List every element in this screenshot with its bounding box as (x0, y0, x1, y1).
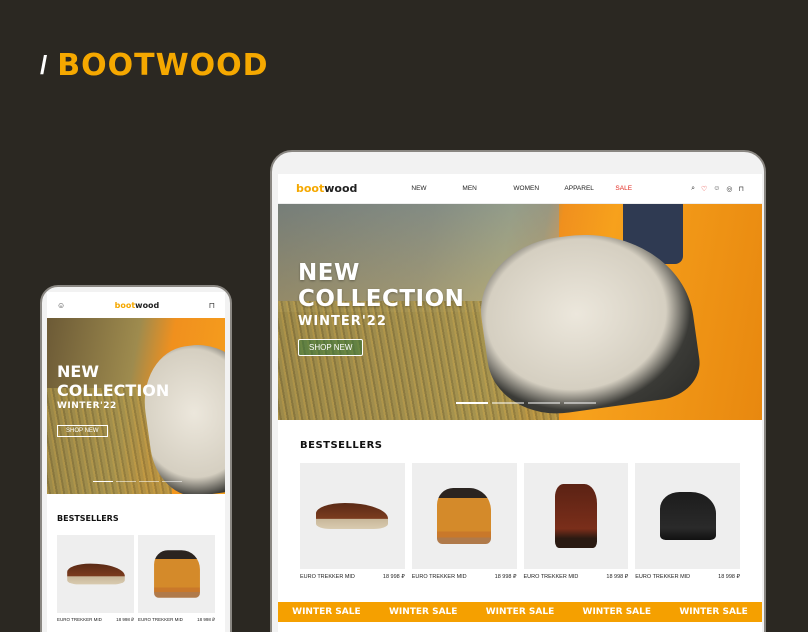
product-image[interactable] (57, 535, 134, 613)
carousel-dot[interactable] (564, 402, 596, 404)
phone-navbar: ☺ bootwood ⊓ (47, 292, 225, 318)
nav-women[interactable]: WOMEN (513, 185, 564, 192)
brand-name: BOOTWOOD (57, 48, 269, 83)
hero-title-line2: COLLECTION (57, 381, 170, 400)
header-icons: ⌕ ♡ ☺ ◎ ⊓ (691, 185, 744, 193)
product-card[interactable]: EURO TREKKER MID 18 998 ₽ (300, 463, 405, 580)
product-price: 18 998 ₽ (718, 574, 740, 580)
product-name: EURO TREKKER MID (411, 574, 467, 580)
ticker-item: WINTER SALE (388, 607, 458, 617)
phone-hero-banner: NEW COLLECTION WINTER'22 SHOP NEW (47, 318, 225, 494)
carousel-dots (456, 402, 596, 404)
black-boot-image (659, 492, 716, 540)
wheat-boot-image (437, 488, 492, 544)
logo-accent: wood (324, 182, 358, 195)
product-name: EURO TREKKER MID (523, 574, 579, 580)
hero-banner: NEW COLLECTION WINTER'22 SHOP NEW (278, 204, 762, 420)
location-icon[interactable]: ◎ (726, 185, 732, 193)
cart-icon[interactable]: ⊓ (739, 185, 744, 193)
wheat-boot-image (153, 550, 200, 598)
product-image[interactable] (411, 463, 517, 569)
logo-main: boot (114, 300, 136, 310)
product-image[interactable] (635, 463, 740, 569)
carousel-dot[interactable] (456, 402, 488, 404)
carousel-dot[interactable] (492, 402, 524, 404)
logo-main: boot (296, 182, 325, 195)
product-price: 18 998 ₽ (382, 574, 405, 580)
carousel-dot[interactable] (93, 480, 113, 482)
shop-new-button[interactable]: SHOP NEW (298, 339, 364, 356)
tablet-navbar: bootwood NEW MEN WOMEN APPAREL SALE ⌕ ♡ … (278, 174, 762, 204)
product-image[interactable] (523, 463, 629, 569)
nav-sale[interactable]: SALE (615, 185, 666, 192)
ticker-item: WINTER SALE (292, 607, 361, 617)
product-name: EURO TREKKER MID (138, 617, 183, 622)
carousel-dot[interactable] (528, 402, 560, 404)
phone-mockup: ☺ bootwood ⊓ NEW COLLECTION WINTER'22 SH… (40, 285, 232, 632)
hero-text: NEW COLLECTION WINTER'22 SHOP NEW (298, 260, 464, 356)
product-price: 18 998 ₽ (494, 574, 517, 580)
cart-icon[interactable]: ⊓ (209, 301, 215, 310)
nav-new[interactable]: NEW (411, 185, 462, 192)
ticker-item: WINTER SALE (679, 607, 748, 617)
site-logo[interactable]: bootwood (115, 301, 160, 310)
product-image[interactable] (300, 463, 405, 569)
carousel-dot[interactable] (116, 480, 136, 482)
product-image[interactable] (138, 535, 215, 613)
tablet-mockup: bootwood NEW MEN WOMEN APPAREL SALE ⌕ ♡ … (270, 150, 766, 632)
product-card[interactable]: EURO TREKKER MID 18 998 ₽ (635, 463, 740, 580)
product-price: 18 998 ₽ (116, 617, 134, 622)
product-price: 18 998 ₽ (606, 574, 629, 580)
phone-screen: ☺ bootwood ⊓ NEW COLLECTION WINTER'22 SH… (47, 292, 225, 632)
bestsellers-title: BESTSELLERS (57, 514, 119, 523)
product-grid: EURO TREKKER MID 18 998 ₽ EURO TREKKER MI… (57, 535, 215, 623)
winter-sale-ticker[interactable]: WINTER SALE WINTER SALE WINTER SALE WINT… (278, 602, 762, 622)
product-card[interactable]: EURO TREKKER MID 18 998 ₽ (411, 463, 517, 580)
hero-subtitle: WINTER'22 (57, 401, 117, 411)
bestsellers-section: BESTSELLERS EURO TREKKER MID 18 998 ₽ EUR… (278, 420, 762, 580)
brand-slash: / (40, 50, 48, 80)
user-icon[interactable]: ☺ (713, 185, 720, 193)
product-grid: EURO TREKKER MID 18 998 ₽ EURO TREKKER MI… (300, 463, 740, 580)
carousel-dots (93, 480, 182, 482)
shop-new-button[interactable]: SHOP NEW (57, 425, 108, 437)
product-name: EURO TREKKER MID (57, 617, 102, 622)
product-name: EURO TREKKER MID (300, 574, 355, 580)
bestsellers-section: BESTSELLERS EURO TREKKER MID 18 998 ₽ EUR… (47, 494, 225, 623)
brown-boot-image (554, 484, 597, 548)
product-card[interactable]: EURO TREKKER MID 18 998 ₽ (523, 463, 629, 580)
hero-title-line1: NEW (57, 362, 99, 381)
hero-subtitle: WINTER'22 (298, 314, 387, 329)
search-icon[interactable]: ⌕ (691, 185, 695, 193)
bestsellers-title: BESTSELLERS (300, 440, 383, 451)
tablet-screen: bootwood NEW MEN WOMEN APPAREL SALE ⌕ ♡ … (278, 174, 762, 632)
product-card[interactable]: EURO TREKKER MID 18 998 ₽ (138, 535, 215, 623)
site-logo[interactable]: bootwood (296, 182, 357, 195)
boat-shoe-image (66, 563, 125, 585)
carousel-dot[interactable] (139, 480, 159, 482)
ticker-item: WINTER SALE (582, 607, 652, 617)
boat-shoe-image (316, 503, 389, 529)
logo-accent: wood (135, 300, 160, 310)
user-icon[interactable]: ☺ (57, 301, 65, 310)
hero-text: NEW COLLECTION WINTER'22 SHOP NEW (57, 362, 169, 437)
product-card[interactable]: EURO TREKKER MID 18 998 ₽ (57, 535, 134, 623)
product-name: EURO TREKKER MID (635, 574, 691, 580)
brand-hero: / BOOTWOOD (40, 48, 269, 83)
hero-title-line2: COLLECTION (298, 286, 465, 312)
main-menu: NEW MEN WOMEN APPAREL SALE (411, 185, 666, 192)
nav-apparel[interactable]: APPAREL (564, 185, 615, 192)
heart-icon[interactable]: ♡ (701, 185, 707, 193)
carousel-dot[interactable] (162, 480, 182, 482)
product-price: 18 998 ₽ (197, 617, 215, 622)
ticker-item: WINTER SALE (485, 607, 555, 617)
hero-title-line1: NEW (298, 260, 360, 286)
nav-men[interactable]: MEN (462, 185, 513, 192)
